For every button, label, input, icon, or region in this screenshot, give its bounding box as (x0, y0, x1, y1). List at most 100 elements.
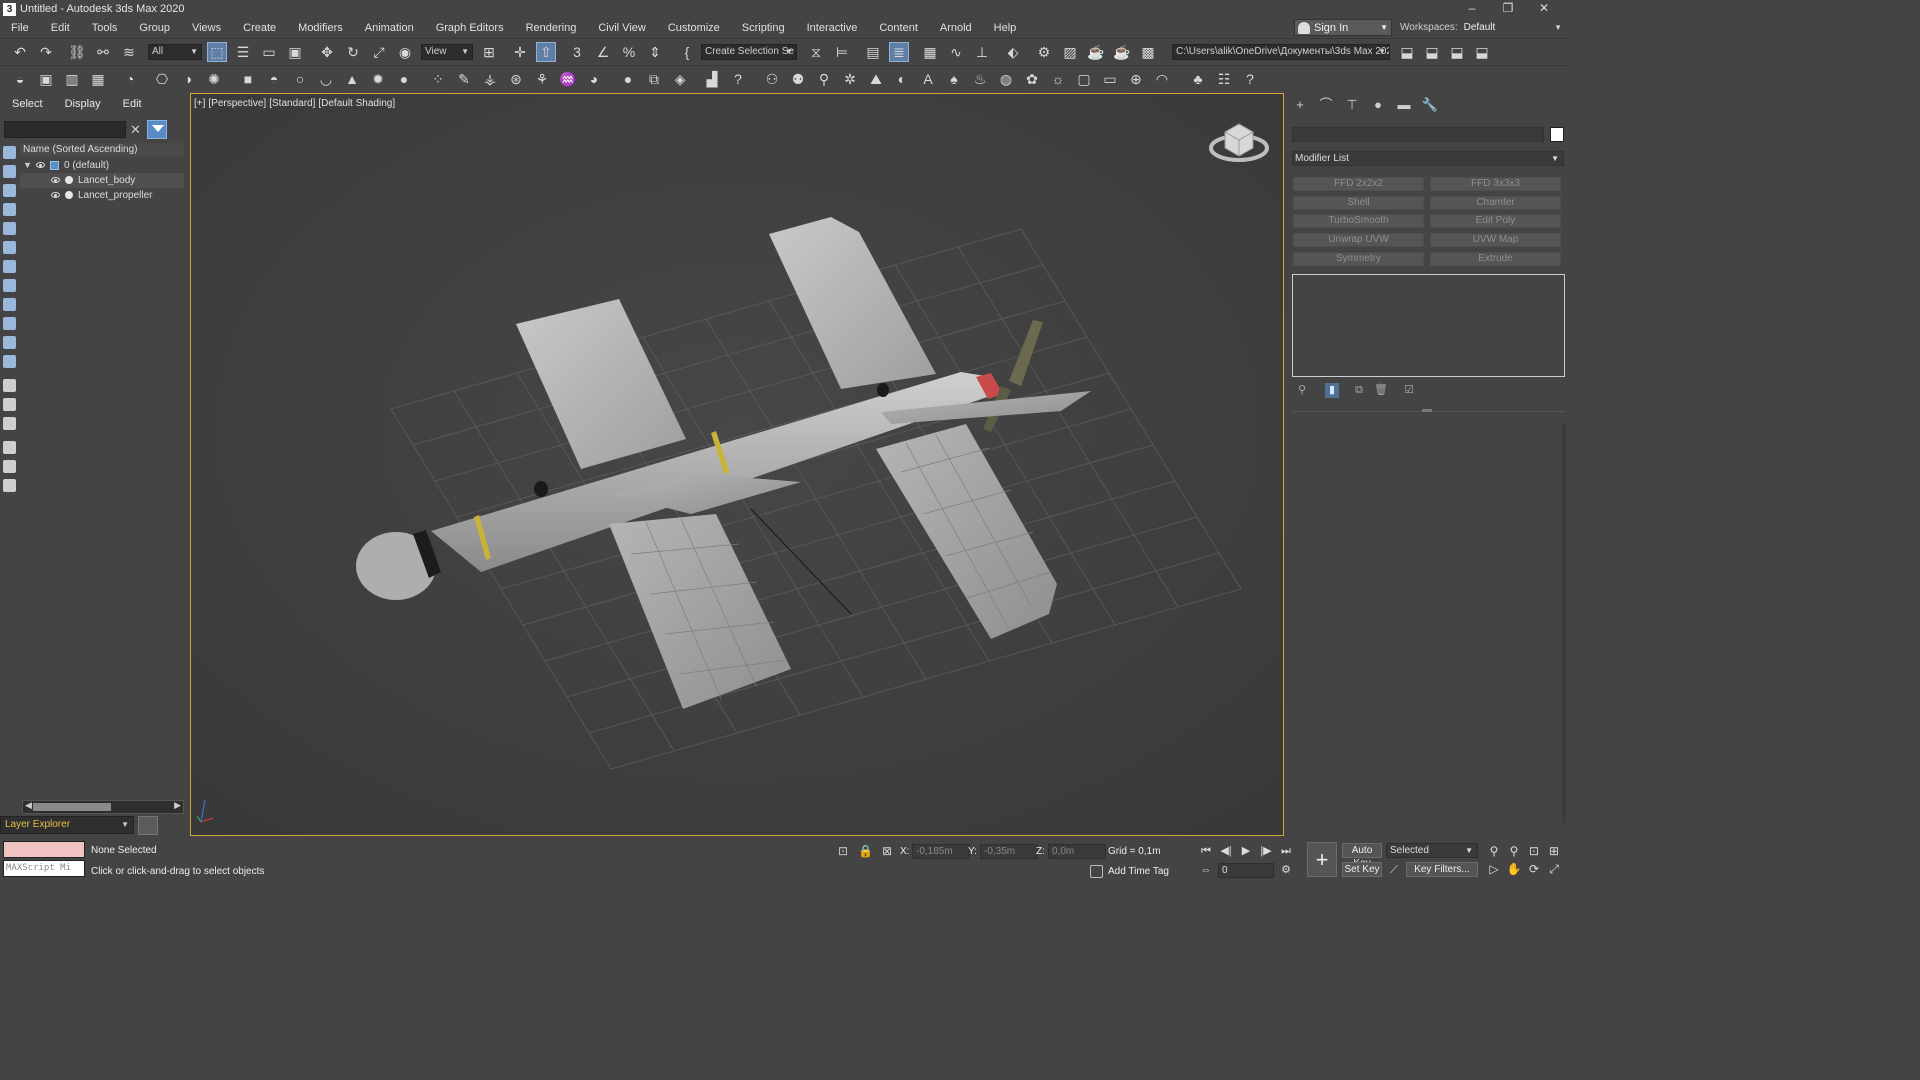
display-containers-icon[interactable] (3, 317, 16, 330)
project-folder-icon[interactable]: ⬓ (1397, 42, 1417, 62)
play-icon[interactable]: ▶ (1238, 843, 1254, 859)
unlink-icon[interactable]: ⚯ (93, 42, 113, 62)
object-color-swatch[interactable] (1550, 127, 1564, 142)
toggle-layer-explorer-icon[interactable]: ≣ (889, 42, 909, 62)
zoom-extents-icon[interactable]: ⊡ (1526, 843, 1542, 859)
display-all-icon[interactable] (3, 379, 16, 392)
menu-views[interactable]: Views (181, 18, 232, 38)
place-icon[interactable]: ◉ (395, 42, 415, 62)
tree-icon[interactable]: ♣ (1188, 69, 1208, 89)
display-groups-icon[interactable] (3, 260, 16, 273)
undo-icon[interactable]: ↶ (10, 42, 30, 62)
go-to-end-icon[interactable]: ⏭ (1278, 843, 1294, 859)
frame-icon[interactable]: ▢ (1074, 69, 1094, 89)
container-icon[interactable]: ▟ (702, 69, 722, 89)
filter-options-icon[interactable] (3, 460, 16, 473)
modifier-button[interactable]: Extrude (1430, 252, 1561, 266)
display-lights-icon[interactable] (3, 184, 16, 197)
spinner-snap-icon[interactable]: ⇕ (645, 42, 665, 62)
absolute-offset-icon[interactable]: ⊠ (880, 844, 894, 858)
palette-icon[interactable]: ✿ (1022, 69, 1042, 89)
window-crossing-icon[interactable]: ▣ (285, 42, 305, 62)
helmet-icon[interactable]: ◕ (584, 69, 604, 89)
help-icon[interactable]: ? (1240, 69, 1260, 89)
hair-icon[interactable]: ♒ (558, 69, 578, 89)
menu-content[interactable]: Content (868, 18, 929, 38)
remove-modifier-icon[interactable]: 🗑 (1374, 383, 1388, 398)
menu-arnold[interactable]: Arnold (929, 18, 983, 38)
tab-select[interactable]: Select (0, 98, 53, 110)
display-none-icon[interactable] (3, 398, 16, 411)
cone-icon[interactable]: ▲ (342, 69, 362, 89)
rect-selection-icon[interactable]: ▭ (259, 42, 279, 62)
clear-search-icon[interactable]: ✕ (130, 121, 142, 138)
menu-file[interactable]: File (0, 18, 40, 38)
maxscript-mini-listener[interactable]: MAXScript Mi (3, 860, 85, 877)
z-coordinate-field[interactable]: 0,0m (1048, 844, 1106, 859)
explorer-selector[interactable]: Layer Explorer ▼ (0, 816, 134, 834)
select-object-icon[interactable]: ⬚ (207, 42, 227, 62)
x-coordinate-field[interactable]: -0,185m (912, 844, 970, 859)
select-by-name-icon[interactable]: ☰ (233, 42, 253, 62)
configure-sets-icon[interactable]: ☑ (1402, 383, 1416, 398)
menu-tools[interactable]: Tools (81, 18, 129, 38)
modifier-button[interactable]: FFD 2x2x2 (1293, 177, 1424, 191)
key-filters-button[interactable]: Key Filters... (1406, 862, 1478, 877)
link-icon[interactable]: ⛓ (67, 42, 87, 62)
hierarchy-tab-icon[interactable]: ⊤ (1343, 97, 1361, 113)
tree-row-object[interactable]: Lancet_propeller (20, 188, 184, 203)
scroll-right-icon[interactable]: ▶ (174, 800, 181, 811)
show-end-result-icon[interactable]: ▮ (1325, 383, 1339, 398)
maxscript-listener-output[interactable] (3, 841, 85, 858)
menu-help[interactable]: Help (983, 18, 1028, 38)
material-sphere-icon[interactable]: ● (618, 69, 638, 89)
toggle-scene-explorer-icon[interactable]: ▤ (863, 42, 883, 62)
visibility-eye-icon[interactable] (36, 162, 45, 168)
menu-edit[interactable]: Edit (40, 18, 81, 38)
hemisphere-icon[interactable]: ◓ (264, 69, 284, 89)
column-header-name[interactable]: Name (Sorted Ascending) (20, 143, 184, 157)
render-image-icon[interactable]: ▣ (36, 69, 56, 89)
display-helpers-icon[interactable] (3, 222, 16, 235)
sound-icon[interactable]: ◑ (178, 69, 198, 89)
filter-icon[interactable] (147, 120, 167, 139)
modifier-button[interactable]: TurboSmooth (1293, 214, 1424, 228)
toggle-ribbon-icon[interactable]: ▦ (920, 42, 940, 62)
grid-table-icon[interactable]: ▦ (88, 69, 108, 89)
bulb-icon[interactable]: ☼ (1048, 69, 1068, 89)
open-project-icon[interactable]: ⬓ (1422, 42, 1442, 62)
panorama-icon[interactable]: ◍ (996, 69, 1016, 89)
tab-display[interactable]: Display (53, 98, 111, 110)
sphere-icon[interactable]: ○ (290, 69, 310, 89)
display-frozen-icon[interactable] (3, 336, 16, 349)
minimize-button[interactable]: – (1454, 0, 1490, 18)
render-cube-icon[interactable]: ◈ (670, 69, 690, 89)
display-shapes-icon[interactable] (3, 165, 16, 178)
zoom-icon[interactable]: ⚲ (1486, 843, 1502, 859)
move-icon[interactable]: ✥ (317, 42, 337, 62)
menu-civil-view[interactable]: Civil View (587, 18, 656, 38)
go-to-start-icon[interactable]: ⏮ (1198, 843, 1214, 859)
pin-stack-icon[interactable]: ⚲ (1295, 383, 1309, 398)
display-hidden-icon[interactable] (3, 355, 16, 368)
save-project-icon[interactable]: ⬓ (1447, 42, 1467, 62)
display-xrefs-icon[interactable] (3, 279, 16, 292)
edit-named-selection-icon[interactable]: { (677, 42, 697, 62)
snaps-toggle-icon[interactable]: 3 (567, 42, 587, 62)
pivot-center-icon[interactable]: ⊞ (479, 42, 499, 62)
help-circle-icon[interactable]: ? (728, 69, 748, 89)
create-tab-icon[interactable]: + (1291, 97, 1309, 113)
grass-icon[interactable]: ⚘ (532, 69, 552, 89)
angle-snap-icon[interactable]: ∠ (593, 42, 613, 62)
fx-dots-icon[interactable]: ⁘ (428, 69, 448, 89)
scroll-left-icon[interactable]: ◀ (25, 800, 32, 811)
display-cameras-icon[interactable] (3, 203, 16, 216)
modifier-button[interactable]: Chamfer (1430, 196, 1561, 210)
light-lister-icon[interactable]: ◔ (120, 69, 140, 89)
curve-editor-icon[interactable]: ∿ (946, 42, 966, 62)
viewport-pov-menu[interactable]: [Perspective] (208, 98, 266, 109)
tree-row-object[interactable]: Lancet_body (20, 173, 184, 188)
material-editor-icon[interactable]: ⬖ (1003, 42, 1023, 62)
network-icon[interactable]: ⊕ (1126, 69, 1146, 89)
sky-icon[interactable]: ⛰ (866, 69, 886, 89)
